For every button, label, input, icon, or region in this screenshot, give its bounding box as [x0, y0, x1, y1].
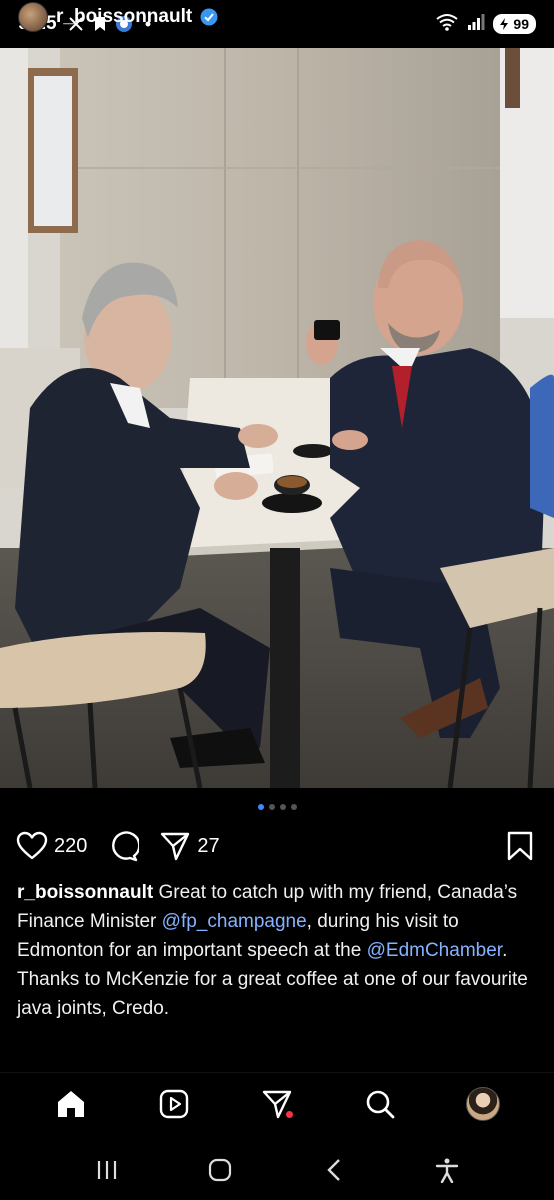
share-count: 27 — [197, 834, 220, 857]
charging-icon — [500, 18, 509, 30]
battery-level: 99 — [513, 16, 529, 32]
share-icon[interactable] — [159, 830, 191, 862]
like-action[interactable]: 220 — [16, 830, 87, 862]
carousel-dot-3 — [279, 804, 286, 810]
home-button-icon[interactable] — [200, 1150, 240, 1190]
search-icon[interactable] — [358, 1082, 402, 1126]
mention-fp-champagne[interactable]: @fp_champagne — [162, 911, 307, 932]
notification-dot — [285, 1110, 293, 1118]
battery-indicator: 99 — [493, 14, 536, 34]
carousel-dot-2 — [268, 804, 275, 810]
post-caption: r_boissonnault Great to catch up with my… — [17, 878, 539, 1023]
status-right: 99 — [435, 13, 536, 36]
profile-avatar-image — [465, 1086, 500, 1121]
signal-icon — [467, 13, 485, 35]
carousel-indicator — [0, 804, 554, 810]
comment-action[interactable] — [107, 830, 140, 862]
post-header[interactable]: r_boissonnault — [18, 2, 218, 32]
caption-username[interactable]: r_boissonnault — [17, 882, 153, 903]
system-navigation — [0, 1140, 554, 1200]
like-count: 220 — [54, 834, 88, 857]
profile-avatar[interactable] — [461, 1082, 505, 1126]
direct-icon[interactable] — [255, 1082, 299, 1126]
home-icon[interactable] — [49, 1082, 93, 1126]
reels-icon[interactable] — [152, 1082, 196, 1126]
post-username[interactable]: r_boissonnault — [56, 6, 192, 28]
recents-icon[interactable] — [87, 1150, 127, 1190]
verified-badge-icon — [200, 8, 218, 26]
heart-icon[interactable] — [16, 830, 48, 862]
post-actions: 220 27 — [16, 828, 536, 864]
bookmark-icon[interactable] — [504, 830, 536, 862]
carousel-dot-1 — [257, 804, 264, 810]
carousel-dot-4 — [290, 804, 297, 810]
wifi-icon — [435, 13, 459, 36]
accessibility-icon[interactable] — [427, 1150, 467, 1190]
mention-edmchamber[interactable]: @EdmChamber — [367, 940, 502, 961]
post-avatar[interactable] — [18, 2, 48, 32]
share-action[interactable]: 27 — [159, 830, 220, 862]
back-icon[interactable] — [314, 1150, 354, 1190]
comment-icon[interactable] — [107, 830, 140, 862]
post-photo[interactable] — [0, 48, 554, 788]
bottom-navigation — [0, 1072, 554, 1134]
